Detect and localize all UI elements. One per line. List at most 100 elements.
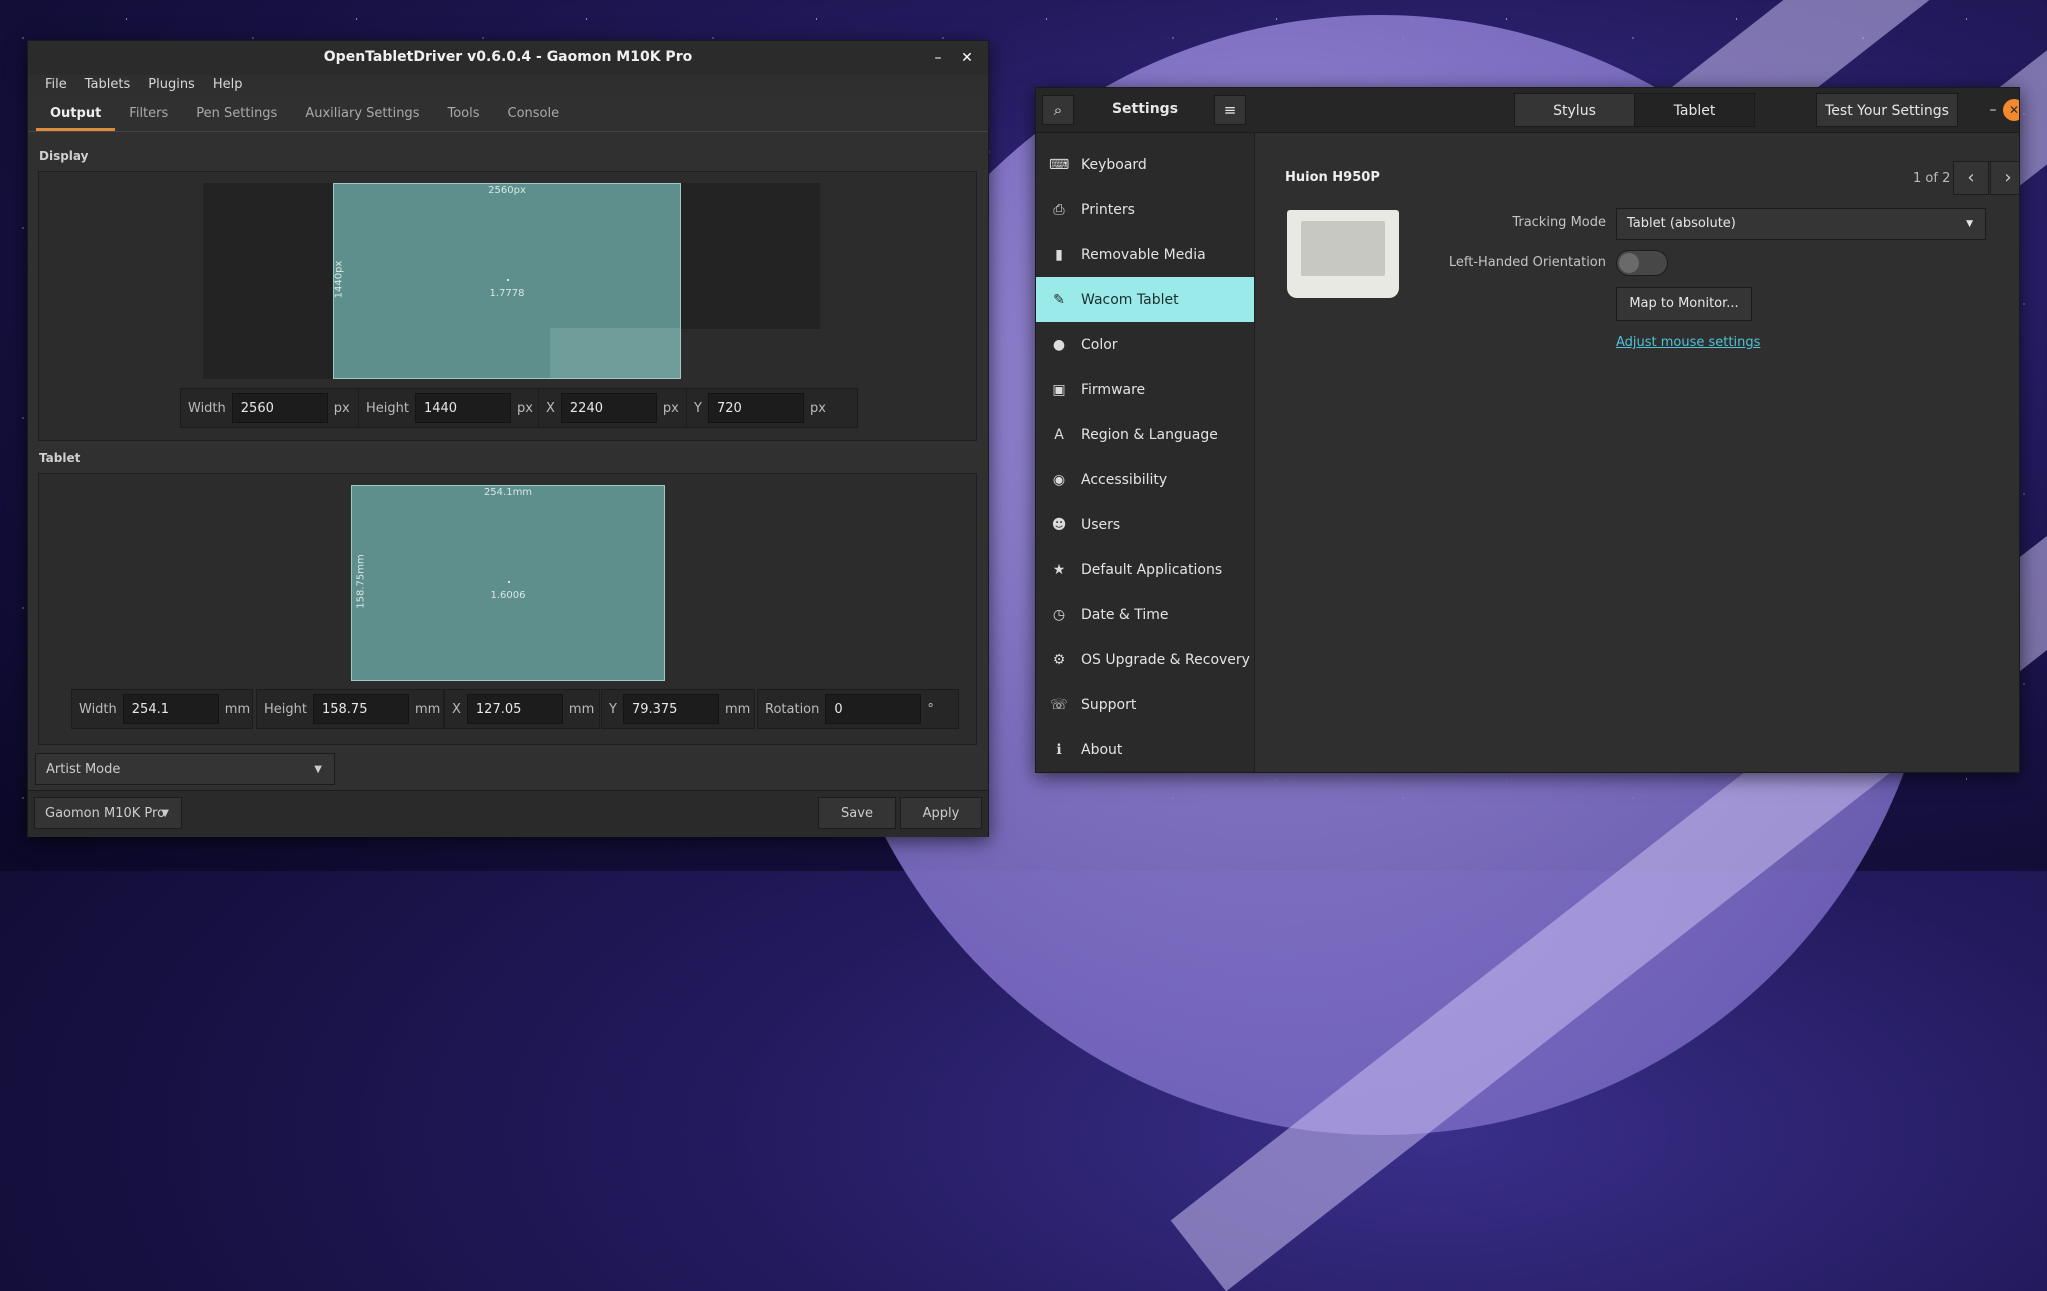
tablet-section-label: Tablet xyxy=(39,451,81,465)
segment-tablet[interactable]: Tablet xyxy=(1634,93,1755,127)
minimize-icon[interactable]: – xyxy=(927,47,949,69)
chevron-left-icon[interactable]: ‹ xyxy=(1953,161,1989,195)
tablet-height-input[interactable] xyxy=(312,694,409,724)
sidebar-item-keyboard[interactable]: ⌨ Keyboard xyxy=(1036,142,1254,187)
menu-tablets[interactable]: Tablets xyxy=(76,75,140,97)
sidebar-item-label: Removable Media xyxy=(1081,246,1206,263)
tablet-center-dot xyxy=(508,581,510,583)
tablet-selector-dropdown[interactable]: Gaomon M10K Pro ▼ xyxy=(34,797,182,829)
apply-button[interactable]: Apply xyxy=(900,797,982,829)
tablet-aspect-ratio: 1.6006 xyxy=(490,590,526,601)
keyboard-icon: ⌨ xyxy=(1049,156,1070,173)
tablet-x-input[interactable] xyxy=(466,694,563,724)
display-y-input[interactable] xyxy=(707,393,804,423)
hamburger-menu-icon[interactable]: ≡ xyxy=(1214,95,1246,125)
window-title: OpenTabletDriver v0.6.0.4 - Gaomon M10K … xyxy=(323,49,693,65)
users-icon: ☻ xyxy=(1051,516,1067,533)
sidebar-item-users[interactable]: ☻ Users xyxy=(1036,502,1254,547)
sidebar-item-label: Accessibility xyxy=(1081,471,1168,488)
display-overlap-region xyxy=(550,328,680,378)
tab-pen-settings[interactable]: Pen Settings xyxy=(182,97,291,131)
sidebar-item-color[interactable]: ● Color xyxy=(1036,322,1254,367)
display-y-field: Y px xyxy=(686,388,858,428)
minimize-icon[interactable]: – xyxy=(1981,98,2005,122)
star-icon: ★ xyxy=(1052,561,1066,578)
tab-bar: Output Filters Pen Settings Auxiliary Se… xyxy=(28,97,988,132)
menu-help[interactable]: Help xyxy=(204,75,252,97)
sidebar-item-region-language[interactable]: A Region & Language xyxy=(1036,412,1254,457)
clock-icon: ◷ xyxy=(1052,606,1066,623)
left-handed-label: Left-Handed Orientation xyxy=(1448,255,1606,270)
sidebar-item-support[interactable]: ☏ Support xyxy=(1036,682,1254,727)
output-mode-dropdown[interactable]: Artist Mode ▼ xyxy=(35,753,335,785)
tab-auxiliary-settings[interactable]: Auxiliary Settings xyxy=(291,97,433,131)
adjust-mouse-settings-link[interactable]: Adjust mouse settings xyxy=(1616,335,1760,350)
menu-plugins[interactable]: Plugins xyxy=(139,75,204,97)
display-mapped-area[interactable]: 2560px 1440px 1.7778 xyxy=(333,183,681,379)
sidebar-item-label: About xyxy=(1081,741,1123,758)
printer-icon: ⎙ xyxy=(1053,201,1065,218)
display-height-input[interactable] xyxy=(414,393,511,423)
upgrade-icon: ⚙ xyxy=(1052,651,1066,668)
display-width-label: 2560px xyxy=(488,185,526,196)
sidebar-item-printers[interactable]: ⎙ Printers xyxy=(1036,187,1254,232)
tablet-y-input[interactable] xyxy=(622,694,719,724)
tracking-mode-label: Tracking Mode xyxy=(1512,215,1606,230)
display-section-label: Display xyxy=(39,149,89,163)
device-pager-text: 1 of 2 xyxy=(1913,171,1951,186)
chevron-down-icon: ▼ xyxy=(161,808,169,819)
color-icon: ● xyxy=(1052,336,1066,353)
tablet-width-field: Width mm xyxy=(71,689,253,729)
tablet-rotation-input[interactable] xyxy=(825,694,922,724)
sidebar-item-label: Users xyxy=(1081,516,1121,533)
close-icon[interactable]: ✕ xyxy=(956,47,978,69)
map-to-monitor-button[interactable]: Map to Monitor... xyxy=(1616,287,1752,321)
tablet-width-label: 254.1mm xyxy=(483,487,533,498)
chevron-right-icon[interactable]: › xyxy=(1990,161,2019,195)
tablet-mapped-area[interactable]: 254.1mm 158.75mm 1.6006 xyxy=(351,485,665,681)
sidebar-item-firmware[interactable]: ▣ Firmware xyxy=(1036,367,1254,412)
sidebar-item-wacom-tablet[interactable]: ✎ Wacom Tablet xyxy=(1036,277,1254,322)
sidebar-item-default-applications[interactable]: ★ Default Applications xyxy=(1036,547,1254,592)
sidebar-item-label: Printers xyxy=(1081,201,1135,218)
sidebar-item-label: Support xyxy=(1081,696,1137,713)
display-height-field: Height px xyxy=(358,388,546,428)
sidebar-item-label: Wacom Tablet xyxy=(1081,291,1179,308)
save-button[interactable]: Save xyxy=(818,797,896,829)
test-settings-button[interactable]: Test Your Settings xyxy=(1816,93,1958,127)
sidebar-item-label: Default Applications xyxy=(1081,561,1223,578)
display-x-input[interactable] xyxy=(560,393,657,423)
tablet-width-input[interactable] xyxy=(122,694,219,724)
tablet-active-area xyxy=(1301,221,1385,276)
opentabletdriver-window: OpenTabletDriver v0.6.0.4 - Gaomon M10K … xyxy=(27,40,989,837)
sidebar-item-about[interactable]: ℹ About xyxy=(1036,727,1254,772)
support-icon: ☏ xyxy=(1050,696,1068,713)
language-icon: A xyxy=(1054,426,1064,443)
firmware-icon: ▣ xyxy=(1052,381,1066,398)
sidebar-item-removable-media[interactable]: ▮ Removable Media xyxy=(1036,232,1254,277)
sidebar-item-os-upgrade[interactable]: ⚙ OS Upgrade & Recovery xyxy=(1036,637,1254,682)
tab-output[interactable]: Output xyxy=(36,97,116,131)
display-x-field: X px xyxy=(538,388,710,428)
info-icon: ℹ xyxy=(1056,741,1062,758)
close-icon[interactable]: ✕ xyxy=(2003,99,2019,121)
menubar: File Tablets Plugins Help xyxy=(28,75,988,97)
display-width-input[interactable] xyxy=(231,393,328,423)
left-handed-toggle[interactable] xyxy=(1616,250,1668,276)
settings-sidebar: ⌕ Settings ≡ ⌨ Keyboard ⎙ Printers ▮ Rem… xyxy=(1036,88,1255,772)
sidebar-item-accessibility[interactable]: ◉ Accessibility xyxy=(1036,457,1254,502)
menu-file[interactable]: File xyxy=(36,75,76,97)
chevron-down-icon: ▼ xyxy=(1966,219,1973,229)
segment-stylus[interactable]: Stylus xyxy=(1514,93,1635,127)
tablet-illustration xyxy=(1287,210,1399,298)
settings-header: Stylus Tablet Test Your Settings – ✕ xyxy=(1254,88,2019,133)
tab-console[interactable]: Console xyxy=(494,97,574,131)
tablet-pen-icon: ✎ xyxy=(1053,291,1065,308)
sidebar-item-label: Keyboard xyxy=(1081,156,1147,173)
tab-tools[interactable]: Tools xyxy=(433,97,493,131)
otd-titlebar[interactable]: OpenTabletDriver v0.6.0.4 - Gaomon M10K … xyxy=(28,41,988,75)
tracking-mode-dropdown[interactable]: Tablet (absolute) ▼ xyxy=(1616,208,1986,240)
tab-filters[interactable]: Filters xyxy=(115,97,182,131)
sidebar-header: ⌕ Settings ≡ xyxy=(1036,88,1254,133)
sidebar-item-date-time[interactable]: ◷ Date & Time xyxy=(1036,592,1254,637)
